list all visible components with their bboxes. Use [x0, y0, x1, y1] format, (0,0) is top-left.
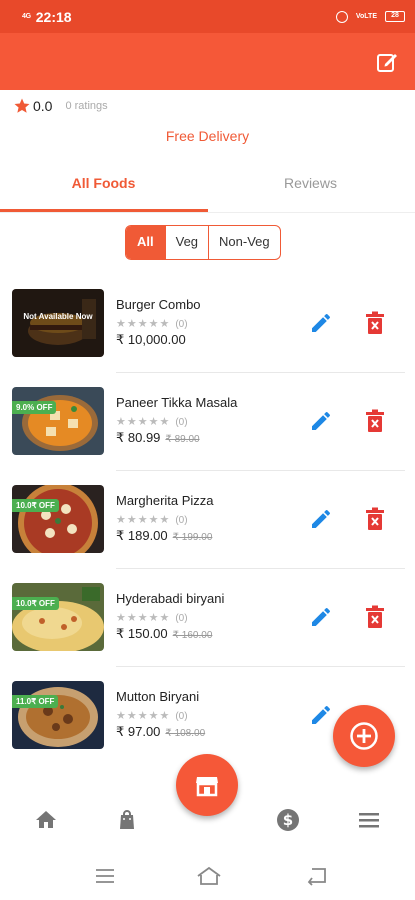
original-price: ₹ 199.00 — [172, 532, 213, 543]
not-available-overlay: Not Available Now — [12, 289, 104, 357]
store-icon — [196, 777, 218, 797]
home-icon[interactable] — [34, 808, 58, 832]
store-fab[interactable] — [176, 754, 238, 816]
food-item[interactable]: 10.0₹ OFF Margherita Pizza ★★★★★ (0) ₹ 18… — [0, 471, 415, 569]
delete-icon[interactable] — [364, 507, 386, 531]
food-image: 9.0% OFF — [12, 387, 104, 455]
free-delivery-label: Free Delivery — [165, 128, 250, 144]
food-item[interactable]: 10.0₹ OFF Hyderabadi biryani ★★★★★ (0) ₹ … — [0, 569, 415, 667]
volte-indicator: VoLTE — [355, 13, 377, 20]
add-food-fab[interactable] — [333, 705, 395, 767]
food-name: Hyderabadi biryani — [116, 591, 225, 606]
add-circle-icon — [350, 722, 378, 750]
filter-veg[interactable]: Veg — [164, 226, 208, 259]
delete-icon[interactable] — [364, 311, 386, 335]
network-indicator: 4G — [22, 13, 31, 20]
food-name: Burger Combo — [116, 297, 201, 312]
edit-icon[interactable] — [309, 507, 333, 531]
back-icon[interactable] — [306, 866, 328, 886]
food-rating: ★★★★★ (0) — [116, 612, 188, 624]
food-price: ₹ 97.00 ₹ 108.00 — [116, 724, 206, 739]
status-time: 22:18 — [35, 8, 72, 25]
food-price: ₹ 150.00 ₹ 160.00 — [116, 626, 213, 641]
home-icon[interactable] — [196, 866, 222, 886]
edit-icon[interactable] — [309, 703, 333, 727]
food-price: ₹ 10,000.00 — [116, 332, 186, 347]
edit-icon[interactable] — [309, 409, 333, 433]
food-image: 11.0₹ OFF — [12, 681, 104, 749]
food-rating: ★★★★★ (0) — [116, 416, 188, 428]
tab-all-foods[interactable]: All Foods — [0, 164, 207, 211]
recents-icon[interactable] — [94, 866, 116, 886]
offer-badge: 11.0₹ OFF — [12, 695, 59, 708]
star-icon — [14, 98, 30, 113]
filter-non-veg[interactable]: Non-Veg — [208, 226, 280, 259]
tab-reviews[interactable]: Reviews — [207, 164, 414, 211]
tab-bar: All Foods Reviews — [0, 164, 415, 213]
globe-icon — [335, 10, 348, 23]
food-rating: ★★★★★ (0) — [116, 710, 188, 722]
food-image: 10.0₹ OFF — [12, 485, 104, 553]
edit-icon[interactable] — [309, 605, 333, 629]
food-name: Margherita Pizza — [116, 493, 214, 508]
status-bar: 4G 22:18 VoLTE 28 — [0, 0, 415, 33]
filter-all[interactable]: All — [126, 226, 165, 259]
food-price: ₹ 189.00 ₹ 199.00 — [116, 528, 213, 543]
system-navigation — [0, 852, 415, 900]
app-bar — [0, 33, 415, 90]
delete-icon[interactable] — [364, 605, 386, 629]
food-item[interactable]: 9.0% OFF Paneer Tikka Masala ★★★★★ (0) ₹ … — [0, 373, 415, 471]
food-image: 10.0₹ OFF — [12, 583, 104, 651]
menu-icon[interactable] — [357, 808, 381, 832]
food-rating: ★★★★★ (0) — [116, 318, 188, 330]
food-name: Paneer Tikka Masala — [116, 395, 238, 410]
veg-filter: All Veg Non-Veg — [125, 225, 281, 260]
food-price: ₹ 80.99 ₹ 89.00 — [116, 430, 200, 445]
offer-badge: 10.0₹ OFF — [12, 499, 59, 512]
restaurant-rating: 0.0 0 ratings — [13, 97, 108, 115]
offer-badge: 9.0% OFF — [12, 401, 57, 414]
tabs-divider — [0, 212, 415, 213]
rating-count: 0 ratings — [65, 100, 108, 112]
food-image: Not Available Now — [12, 289, 104, 357]
delete-icon[interactable] — [364, 409, 386, 433]
edit-square-icon[interactable] — [375, 50, 399, 74]
battery-icon: 28 — [385, 11, 405, 22]
dollar-icon[interactable]: $ — [276, 808, 300, 832]
offer-badge: 10.0₹ OFF — [12, 597, 59, 610]
svg-text:$: $ — [283, 811, 293, 829]
original-price: ₹ 108.00 — [165, 728, 206, 739]
food-name: Mutton Biryani — [116, 689, 200, 704]
edit-icon[interactable] — [309, 311, 333, 335]
bag-icon[interactable] — [115, 808, 139, 832]
original-price: ₹ 160.00 — [172, 630, 213, 641]
food-item[interactable]: Not Available Now Burger Combo ★★★★★ (0) … — [0, 275, 415, 373]
food-rating: ★★★★★ (0) — [116, 514, 188, 526]
original-price: ₹ 89.00 — [165, 434, 200, 445]
rating-value: 0.0 — [33, 98, 53, 114]
